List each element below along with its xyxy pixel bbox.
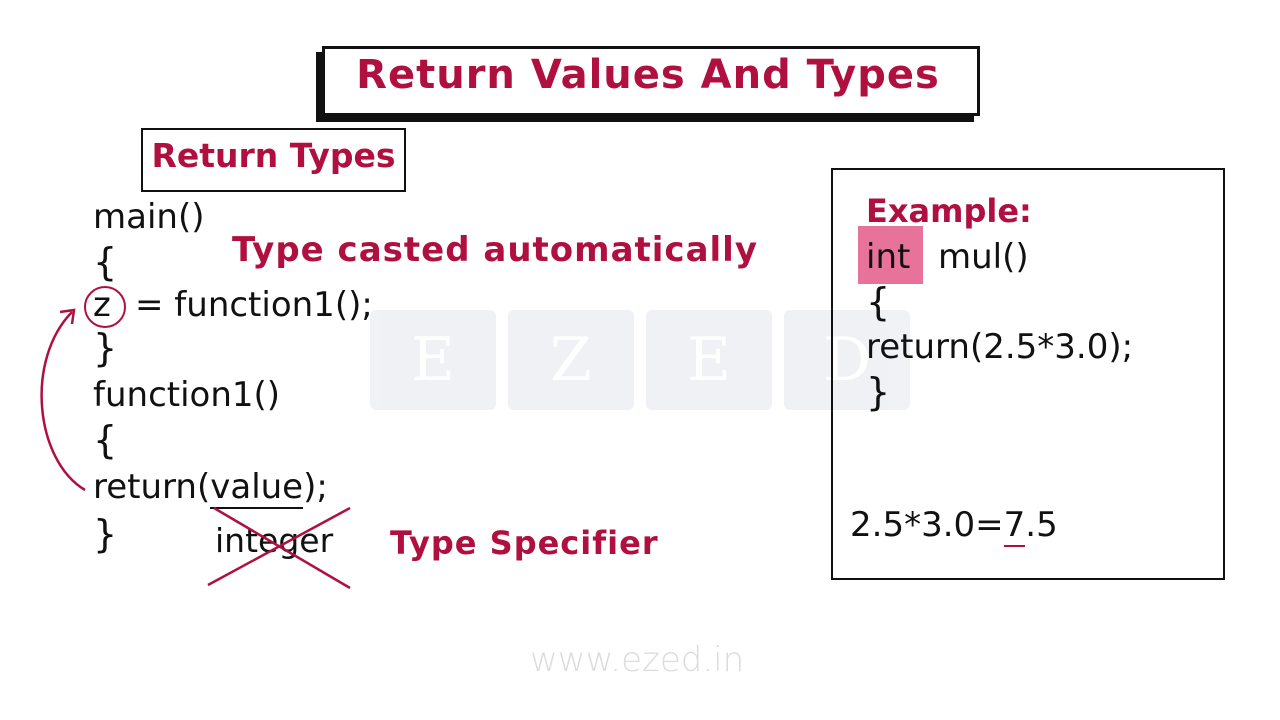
open-brace-mul: { [866, 280, 891, 324]
watermark-letter: E [370, 310, 496, 410]
watermark-letter: Z [508, 310, 634, 410]
return-prefix: return( [93, 467, 211, 507]
mul-return-statement: return(2.5*3.0); [866, 327, 1134, 367]
calc-underlined-digit: 7 [1003, 505, 1026, 547]
page-title: Return Values And Types [356, 52, 940, 98]
section-label: Return Types [151, 136, 396, 175]
close-brace-function1: } [93, 512, 118, 556]
return-statement: return(value); [93, 467, 328, 509]
return-arrow [40, 308, 86, 492]
mul-signature: mul() [938, 237, 1029, 277]
open-brace-main: { [93, 240, 118, 284]
function1-signature: function1() [93, 375, 281, 415]
cross-out-mark [207, 506, 351, 590]
example-label: Example: [866, 192, 1032, 230]
int-keyword: int [866, 237, 911, 277]
main-signature: main() [93, 197, 205, 237]
assign-statement: = function1(); [135, 285, 373, 325]
type-specifier-note: Type Specifier [390, 524, 659, 562]
watermark-url: www.ezed.in [530, 640, 745, 680]
calculation: 2.5*3.0=7.5 [850, 505, 1058, 547]
type-casted-note: Type casted automatically [232, 230, 758, 270]
calc-prefix: 2.5*3.0= [850, 505, 1004, 545]
watermark-letter: E [646, 310, 772, 410]
close-brace-mul: } [866, 370, 891, 414]
watermark-logo: E Z E D [370, 310, 910, 410]
calc-suffix: .5 [1025, 505, 1058, 545]
